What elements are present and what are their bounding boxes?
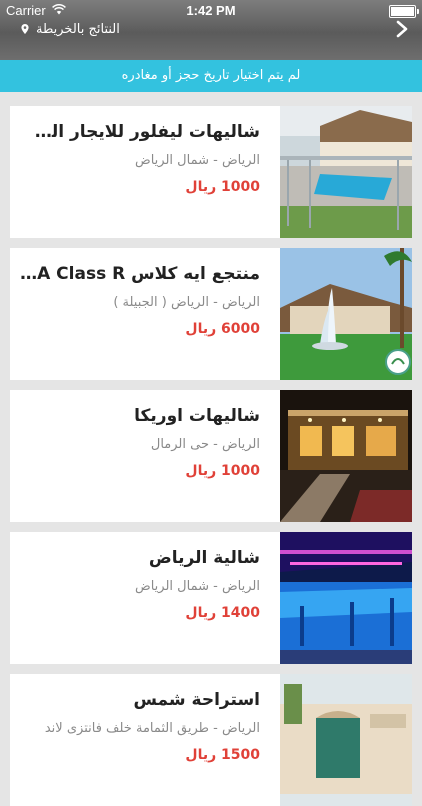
listing-title: شاليهات اوريكا [134,406,260,426]
listing-info: استراحة شمس الرياض - طريق الثمامة خلف فا… [20,674,270,806]
listing-card[interactable]: شاليهات اوريكا الرياض - حى الرمال 1000 ر… [10,390,412,522]
listing-card[interactable]: شاليهات ليفلور للايجار الي ... الرياض - … [10,106,412,238]
listing-price: 1500 ريال [185,747,260,763]
listing-title: شالية الرياض [148,548,260,568]
listing-card[interactable]: شالية الرياض الرياض - شمال الرياض 1400 ر… [10,532,412,664]
listing-location: الرياض - الرياض ( الجبيلة ) [113,295,260,310]
listing-photo-indoor-pool [280,532,412,664]
chevron-right-icon [396,20,408,38]
back-button[interactable] [390,20,414,44]
listing-info: شاليهات ليفلور للايجار الي ... الرياض - … [20,106,270,238]
listing-location: الرياض - شمال الرياض [135,579,260,594]
status-time: 1:42 PM [186,3,236,18]
listing-location: الرياض - طريق الثمامة خلف فانتزى لاند [44,721,260,736]
listing-info: شاليهات اوريكا الرياض - حى الرمال 1000 ر… [20,390,270,522]
listing-card[interactable]: منتجع ايه كلاس A Class R... الرياض - الر… [10,248,412,380]
header-bar: Carrier 1:42 PM النتائج بالخريطة [0,0,422,60]
listing-photo-gate [280,674,412,806]
date-notice-banner[interactable]: لم يتم اختيار تاريخ حجز أو مغادره [0,60,422,92]
listing-card[interactable]: استراحة شمس الرياض - طريق الثمامة خلف فا… [10,674,412,806]
map-results-label: النتائج بالخريطة [36,21,120,37]
listing-location: الرياض - حى الرمال [150,437,260,452]
listing-price: 6000 ريال [185,321,260,337]
listing-price: 1000 ريال [185,463,260,479]
listing-title: منتجع ايه كلاس A Class R... [20,264,260,284]
listing-photo-night-villa [280,390,412,522]
listing-title: شاليهات ليفلور للايجار الي ... [20,122,260,142]
listing-location: الرياض - شمال الرياض [135,153,260,168]
listing-photo-fountain [280,248,412,380]
battery-icon [389,5,419,18]
listing-info: شالية الرياض الرياض - شمال الرياض 1400 ر… [20,532,270,664]
listing-price: 1400 ريال [185,605,260,621]
map-results-link[interactable]: النتائج بالخريطة [20,18,120,40]
listing-info: منتجع ايه كلاس A Class R... الرياض - الر… [20,248,270,380]
listing-title: استراحة شمس [133,690,260,710]
map-pin-icon [21,24,29,34]
listing-price: 1000 ريال [185,179,260,195]
listing-photo-pool [280,106,412,238]
